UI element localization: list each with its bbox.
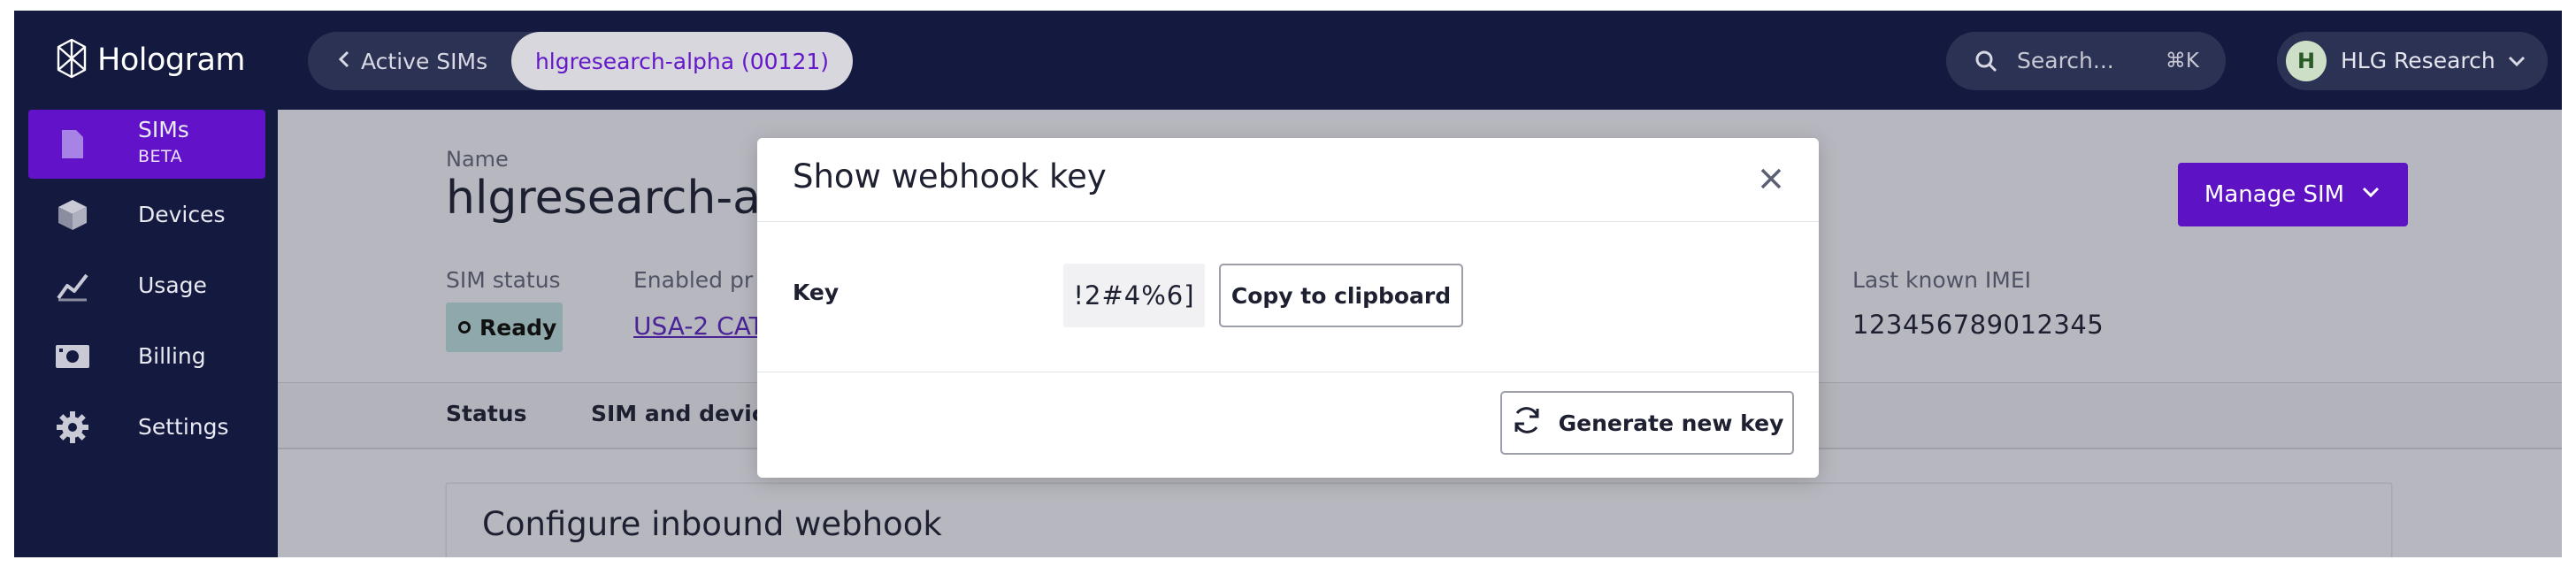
breadcrumb-current[interactable]: hlgresearch-alpha (00121) [511, 32, 853, 90]
key-value: !2#4%6] [1063, 264, 1205, 327]
chevron-down-icon [2507, 51, 2526, 74]
sidebar: Hologram SIMs BETA Devices Usage Billing… [14, 11, 278, 557]
banknote-icon [55, 339, 90, 374]
back-to-active-sims[interactable]: Active SIMs [338, 32, 487, 90]
account-name: HLG Research [2341, 48, 2496, 73]
sim-status-label: SIM status [446, 267, 561, 293]
topbar: Active SIMs hlgresearch-alpha (00121) Se… [278, 11, 2562, 110]
manage-sim-button[interactable]: Manage SIM [2178, 163, 2408, 226]
tab-sim-and-device[interactable]: SIM and device [591, 401, 780, 426]
imei-label: Last known IMEI [1852, 267, 2031, 293]
modal-title: Show webhook key [793, 157, 1107, 196]
tab-status[interactable]: Status [446, 401, 526, 426]
sidebar-item-sims[interactable]: SIMs BETA [28, 110, 265, 179]
sidebar-item-billing[interactable]: Billing [28, 322, 265, 391]
status-text: Ready [479, 314, 557, 341]
search-icon [1974, 50, 1997, 76]
plan-link[interactable]: USA-2 CAT [633, 311, 764, 341]
sidebar-item-label: Devices [138, 202, 226, 227]
imei-value: 123456789012345 [1852, 310, 2104, 340]
search-placeholder: Search... [2017, 48, 2114, 73]
status-dot-icon [458, 321, 471, 334]
sidebar-item-label: Usage [138, 272, 207, 298]
account-menu[interactable]: H HLG Research [2277, 32, 2548, 90]
app-window: Hologram SIMs BETA Devices Usage Billing… [14, 11, 2562, 557]
back-label: Active SIMs [361, 48, 488, 74]
logo-text: Hologram [97, 42, 246, 78]
search-shortcut: ⌘K [2165, 50, 2199, 73]
avatar: H [2286, 41, 2327, 81]
generate-new-key-button[interactable]: Generate new key [1500, 391, 1794, 455]
sidebar-item-settings[interactable]: Settings [28, 393, 265, 462]
cube-icon [55, 197, 90, 233]
name-label: Name [446, 147, 509, 172]
hologram-logo[interactable]: Hologram [57, 37, 246, 83]
sidebar-item-label: SIMs [138, 117, 189, 142]
copy-to-clipboard-button[interactable]: Copy to clipboard [1219, 264, 1463, 327]
card-title: Configure inbound webhook [482, 505, 942, 543]
sidebar-item-label: Settings [138, 414, 229, 440]
beta-badge: BETA [138, 147, 183, 166]
search-input[interactable]: Search... ⌘K [1946, 32, 2226, 90]
divider [757, 221, 1819, 222]
inbound-webhook-card: Configure inbound webhook [446, 483, 2392, 557]
status-badge: Ready [446, 303, 563, 352]
chevron-down-icon [2360, 181, 2381, 209]
gear-icon [55, 410, 90, 445]
sidebar-item-devices[interactable]: Devices [28, 180, 265, 249]
chart-line-icon [55, 268, 90, 303]
generate-label: Generate new key [1558, 410, 1784, 436]
manage-sim-label: Manage SIM [2204, 181, 2345, 208]
chevron-left-icon [338, 49, 350, 74]
breadcrumb: Active SIMs hlgresearch-alpha (00121) [308, 32, 853, 90]
hologram-logo-icon [57, 38, 87, 82]
key-label: Key [793, 280, 840, 305]
webhook-key-modal: Show webhook key Key !2#4%6] Copy to cli… [757, 138, 1819, 478]
sim-card-icon [55, 126, 90, 162]
sidebar-item-label: Billing [138, 343, 206, 369]
close-icon[interactable] [1755, 163, 1787, 195]
sidebar-item-usage[interactable]: Usage [28, 251, 265, 320]
refresh-icon [1511, 404, 1543, 441]
enabled-profile-label: Enabled pr [633, 267, 754, 293]
